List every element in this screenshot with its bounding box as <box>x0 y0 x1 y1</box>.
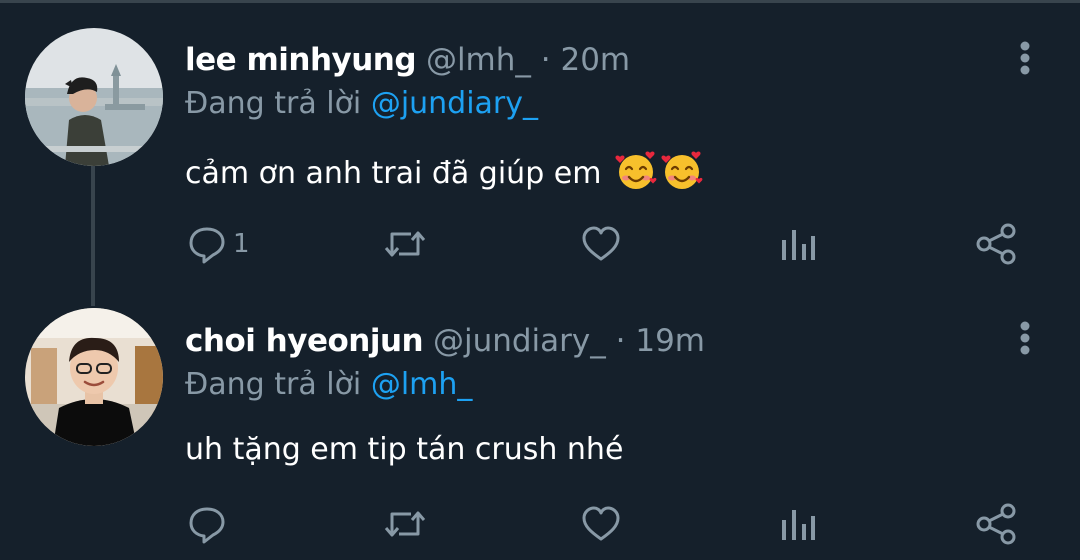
tweet-header: lee minhyung @lmh_ · 20m <box>185 41 630 79</box>
retweet-icon <box>384 231 426 257</box>
retweet-button[interactable] <box>383 502 427 546</box>
reply-count: 1 <box>233 229 250 259</box>
reply-thread: lee minhyung @lmh_ · 20m Đang trả lời @j… <box>0 0 1080 560</box>
reply-icon <box>189 507 225 544</box>
display-name[interactable]: choi hyeonjun <box>185 323 424 359</box>
like-button[interactable] <box>580 222 622 266</box>
analytics-button[interactable] <box>780 502 816 546</box>
reply-button[interactable] <box>187 502 227 546</box>
display-name[interactable]: lee minhyung <box>185 42 417 78</box>
share-button[interactable] <box>975 222 1017 266</box>
separator-dot: · <box>540 42 551 78</box>
timestamp[interactable]: 19m <box>635 323 705 359</box>
user-handle[interactable]: @lmh_ <box>426 42 531 78</box>
share-icon <box>976 223 1016 265</box>
tweet-header: choi hyeonjun @jundiary_ · 19m <box>185 322 705 360</box>
more-vertical-icon <box>1020 41 1030 75</box>
like-button[interactable] <box>580 502 622 546</box>
share-button[interactable] <box>975 502 1017 546</box>
heart-icon <box>582 226 620 261</box>
analytics-icon <box>782 230 815 260</box>
avatar-photo <box>25 308 163 446</box>
share-icon <box>976 503 1016 545</box>
top-divider <box>0 0 1080 3</box>
more-vertical-icon <box>1020 321 1030 355</box>
replying-to-label: Đang trả lời <box>185 367 362 402</box>
smiling-face-with-hearts-icon <box>615 149 657 202</box>
mention-link[interactable]: @lmh_ <box>371 367 473 402</box>
timestamp[interactable]: 20m <box>560 42 630 78</box>
replying-to-line: Đang trả lời @jundiary_ <box>185 85 538 123</box>
separator-dot: · <box>615 323 626 359</box>
reply-button[interactable]: 1 <box>187 222 250 266</box>
mention-link[interactable]: @jundiary_ <box>371 86 538 121</box>
avatar[interactable] <box>25 308 163 446</box>
more-options-button[interactable] <box>1010 320 1040 360</box>
replying-to-line: Đang trả lời @lmh_ <box>185 366 472 404</box>
retweet-icon <box>384 511 426 537</box>
avatar[interactable] <box>25 28 163 166</box>
analytics-button[interactable] <box>780 222 816 266</box>
avatar-photo <box>25 28 163 166</box>
tweet-body: uh tặng em tip tán crush nhé <box>185 432 624 467</box>
retweet-button[interactable] <box>383 222 427 266</box>
tweet-text: cảm ơn anh trai đã giúp em <box>185 149 703 202</box>
reply-icon <box>189 227 225 264</box>
user-handle[interactable]: @jundiary_ <box>433 323 606 359</box>
analytics-icon <box>782 510 815 540</box>
more-options-button[interactable] <box>1010 40 1040 80</box>
replying-to-label: Đang trả lời <box>185 86 362 121</box>
smiling-face-with-hearts-icon <box>661 149 703 202</box>
tweet-body: cảm ơn anh trai đã giúp em <box>185 156 602 191</box>
heart-icon <box>582 506 620 541</box>
tweet-text: uh tặng em tip tán crush nhé <box>185 430 623 470</box>
thread-connector-line <box>91 166 95 306</box>
